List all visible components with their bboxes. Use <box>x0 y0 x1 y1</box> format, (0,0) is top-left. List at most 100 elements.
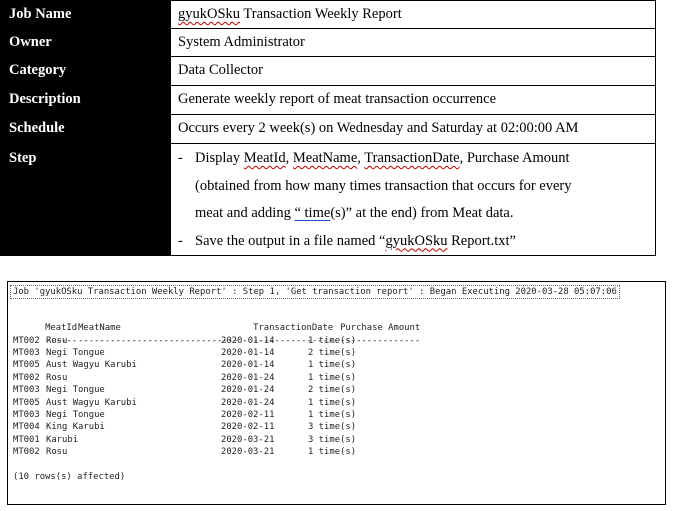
result-rows: MT002 Rosu 2020-01-14 1 time(s) MT003 Negi To… <box>13 335 665 459</box>
cell-purchase-amount: 1 time(s) <box>308 397 357 408</box>
label-owner: Owner <box>0 28 171 57</box>
cell-meatname: Aust Wagyu Karubi <box>46 360 137 371</box>
console-header-line: Job 'gyukOSku Transaction Weekly Report'… <box>10 285 665 299</box>
label-description: Description <box>0 85 171 115</box>
cell-transactiondate: 2020-02-11 <box>221 422 275 433</box>
console-header: Job 'gyukOSku Transaction Weekly Report'… <box>10 285 620 299</box>
col-header-meatname: MeatName <box>78 323 121 334</box>
cell-meatname: Aust Wagyu Karubi <box>46 397 137 408</box>
value-schedule: Occurs every 2 week(s) on Wednesday and … <box>170 114 656 144</box>
cell-transactiondate: 2020-03-21 <box>221 434 275 445</box>
text-fragment: , <box>285 150 293 166</box>
cell-transactiondate: 2020-01-14 <box>221 335 275 346</box>
cell-purchase-amount: 1 time(s) <box>308 409 357 420</box>
cell-meatname: King Karubi <box>46 422 105 433</box>
col-header-meatid: MeatId <box>45 323 78 334</box>
cell-meatid: MT003 <box>13 409 40 420</box>
label-step: Step <box>0 143 171 256</box>
row-description: Description Generate weekly report of me… <box>0 85 656 115</box>
table-row: MT005 Aust Wagyu Karubi 2020-01-14 1 time(s… <box>13 359 665 371</box>
step-bullet-1-text: Display MeatId, MeatName, TransactionDat… <box>195 145 655 228</box>
job-spec-table: Job Name gyukOSku Transaction Weekly Rep… <box>0 0 656 256</box>
job-name-prefix: gyukOSku <box>178 6 241 22</box>
rows-affected: (10 rows(s) affected) <box>13 471 126 482</box>
value-step: - Display MeatId, MeatName, TransactionD… <box>170 143 656 256</box>
table-row: MT003 Negi Tongue 2020-01-14 2 time(s) <box>13 347 665 359</box>
row-schedule: Schedule Occurs every 2 week(s) on Wedne… <box>0 114 656 144</box>
cell-meatid: MT002 <box>13 335 40 346</box>
cell-meatname: Rosu <box>46 372 68 383</box>
cell-meatname: Rosu <box>46 335 68 346</box>
console-output: Job 'gyukOSku Transaction Weekly Report'… <box>7 281 666 505</box>
label-job-name: Job Name <box>0 0 171 29</box>
step-bullet-2-text: Save the output in a file named “gyukOSk… <box>195 228 655 256</box>
table-row: MT004 King Karubi 2020-02-11 3 time(s) <box>13 421 665 433</box>
cell-meatname: Negi Tongue <box>46 409 105 420</box>
row-job-name: Job Name gyukOSku Transaction Weekly Rep… <box>0 0 656 29</box>
text-fragment: meat and adding <box>195 205 295 221</box>
cell-transactiondate: 2020-03-21 <box>221 447 275 458</box>
cell-meatid: MT003 <box>13 347 40 358</box>
cell-meatname: Rosu <box>46 447 68 458</box>
value-category: Data Collector <box>170 56 656 86</box>
table-row: MT002 Rosu 2020-01-24 1 time(s) <box>13 372 665 384</box>
value-description: Generate weekly report of meat transacti… <box>170 85 656 115</box>
cell-transactiondate: 2020-02-11 <box>221 409 275 420</box>
cell-purchase-amount: 2 time(s) <box>308 347 357 358</box>
cell-purchase-amount: 1 time(s) <box>308 372 357 383</box>
cell-meatid: MT002 <box>13 447 40 458</box>
text-fragment: , Purchase Amount <box>459 150 570 166</box>
row-category: Category Data Collector <box>0 56 656 86</box>
cell-meatname: Karubi <box>46 434 79 445</box>
row-step: Step - Display MeatId, MeatName, Transac… <box>0 143 656 256</box>
text-meatid: MeatId <box>243 150 286 166</box>
cell-purchase-amount: 1 time(s) <box>308 360 357 371</box>
cell-transactiondate: 2020-01-14 <box>221 347 275 358</box>
table-row: MT005 Aust Wagyu Karubi 2020-01-24 1 time(s… <box>13 397 665 409</box>
text-meatname: MeatName <box>292 150 358 166</box>
job-name-rest: Transaction Weekly Report <box>240 6 402 22</box>
cell-meatname: Negi Tongue <box>46 347 105 358</box>
cell-meatid: MT002 <box>13 372 40 383</box>
step-bullet-1: - Display MeatId, MeatName, TransactionD… <box>178 145 655 228</box>
cell-transactiondate: 2020-01-24 <box>221 385 275 396</box>
cell-purchase-amount: 1 time(s) <box>308 335 357 346</box>
label-schedule: Schedule <box>0 114 171 144</box>
row-owner: Owner System Administrator <box>0 28 656 57</box>
cell-meatid: MT004 <box>13 422 40 433</box>
text-fragment: Report.txt” <box>447 232 516 249</box>
text-fragment: (obtained from how many times transactio… <box>195 177 572 194</box>
text-filename: gyukOSku <box>385 232 448 249</box>
step-bullet-2: - Save the output in a file named “gyukO… <box>178 228 655 256</box>
cell-purchase-amount: 3 time(s) <box>308 434 357 445</box>
value-owner: System Administrator <box>170 28 656 57</box>
text-transactiondate: TransactionDate <box>364 150 460 166</box>
table-row: MT002 Rosu 2020-01-14 1 time(s) <box>13 335 665 347</box>
text-time: “ time <box>294 205 331 221</box>
cell-meatid: MT005 <box>13 360 40 371</box>
cell-meatid: MT001 <box>13 434 40 445</box>
table-row: MT003 Negi Tongue 2020-01-24 2 time(s) <box>13 384 665 396</box>
cell-transactiondate: 2020-01-14 <box>221 360 275 371</box>
cell-meatname: Negi Tongue <box>46 385 105 396</box>
bullet-dash: - <box>178 232 183 249</box>
cell-purchase-amount: 1 time(s) <box>308 447 357 458</box>
cell-transactiondate: 2020-01-24 <box>221 397 275 408</box>
console-content: Job 'gyukOSku Transaction Weekly Report'… <box>8 282 665 483</box>
table-row: MT003 Negi Tongue 2020-02-11 1 time(s) <box>13 409 665 421</box>
bullet-dash: - <box>178 150 183 166</box>
cell-transactiondate: 2020-01-24 <box>221 372 275 383</box>
table-row: MT002 Rosu 2020-03-21 1 time(s) <box>13 446 665 458</box>
cell-meatid: MT005 <box>13 397 40 408</box>
text-fragment: Save the output in a file named “ <box>195 232 386 249</box>
cell-meatid: MT003 <box>13 385 40 396</box>
value-job-name: gyukOSku Transaction Weekly Report <box>170 0 656 29</box>
text-fragment: Display <box>195 150 244 166</box>
cell-purchase-amount: 3 time(s) <box>308 422 357 433</box>
col-header-transactiondate: TransactionDate <box>253 323 334 334</box>
cell-purchase-amount: 2 time(s) <box>308 385 357 396</box>
column-headers: MeatIdMeatName TransactionDate Purchase Am… <box>13 310 665 333</box>
text-fragment: (s)” at the end) from Meat data. <box>330 205 514 221</box>
